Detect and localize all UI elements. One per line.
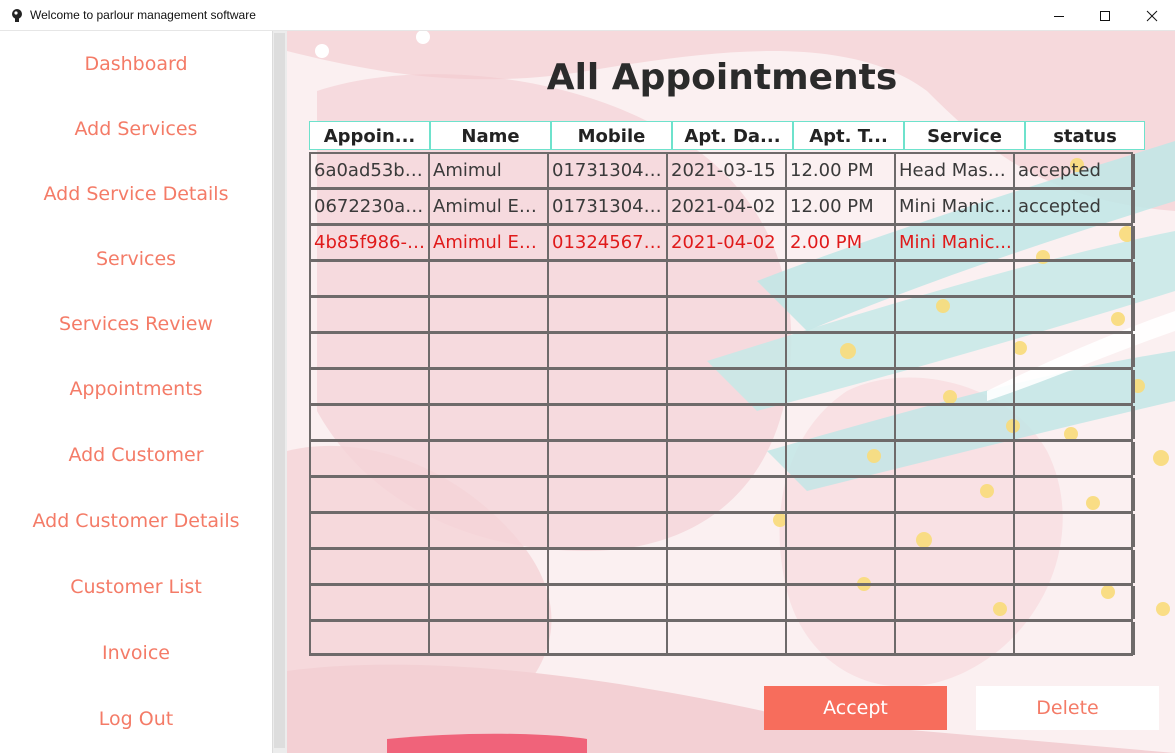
maximize-icon[interactable] <box>1082 0 1128 31</box>
cell-status <box>1013 226 1131 259</box>
cell-apt-time: 2.00 PM <box>785 226 894 259</box>
table-row-empty <box>309 622 1135 656</box>
cell-service: Mini Manic... <box>894 190 1013 223</box>
main-panel: All Appointments Appoin... Name Mobile A… <box>287 31 1175 753</box>
cell-apt-date: 2021-04-02 <box>666 190 785 223</box>
minimize-icon[interactable] <box>1036 0 1082 31</box>
column-header-name[interactable]: Name <box>430 121 551 150</box>
table-row-empty <box>309 262 1135 298</box>
cell-mobile: 017313040... <box>547 154 666 187</box>
column-header-apt-date[interactable]: Apt. Da... <box>672 121 793 150</box>
cell-name: Amimul <box>428 154 547 187</box>
sidebar-item-services-review[interactable]: Services Review <box>0 306 272 342</box>
sidebar-item-customer-list[interactable]: Customer List <box>0 569 272 605</box>
sidebar-scrollbar-thumb[interactable] <box>274 33 285 748</box>
sidebar-item-add-customer[interactable]: Add Customer <box>0 437 272 473</box>
table-row[interactable]: 0672230a-... Amimul Eh... 017313040... 2… <box>309 190 1135 226</box>
table-row-empty <box>309 298 1135 334</box>
cell-mobile: 017313040... <box>547 190 666 223</box>
cell-appointment-id: 0672230a-... <box>309 190 428 223</box>
column-header-mobile[interactable]: Mobile <box>551 121 672 150</box>
cell-apt-date: 2021-03-15 <box>666 154 785 187</box>
column-header-status[interactable]: status <box>1025 121 1145 150</box>
cell-service: Mini Manic... <box>894 226 1013 259</box>
cell-mobile: 013245678... <box>547 226 666 259</box>
table-row-empty <box>309 550 1135 586</box>
cell-status: accepted <box>1013 154 1131 187</box>
cell-name: Amimul Eh... <box>428 226 547 259</box>
row-end <box>1131 154 1135 187</box>
sidebar-item-add-service-details[interactable]: Add Service Details <box>0 176 272 212</box>
sidebar-item-log-out[interactable]: Log Out <box>0 701 272 737</box>
cell-status: accepted <box>1013 190 1131 223</box>
table-header: Appoin... Name Mobile Apt. Da... Apt. T.… <box>309 121 1145 152</box>
delete-button[interactable]: Delete <box>976 686 1159 730</box>
table-row-empty <box>309 478 1135 514</box>
column-header-service[interactable]: Service <box>904 121 1025 150</box>
sidebar: Dashboard Add Services Add Service Detai… <box>0 31 272 753</box>
table-row-empty <box>309 514 1135 550</box>
table-body: 6a0ad53b-... Amimul 017313040... 2021-03… <box>309 152 1135 656</box>
sidebar-item-appointments[interactable]: Appointments <box>0 371 272 407</box>
page-title: All Appointments <box>546 57 898 98</box>
table-row-empty <box>309 442 1135 478</box>
table-row-empty <box>309 406 1135 442</box>
table-row-selected[interactable]: 4b85f986-f... Amimul Eh... 013245678... … <box>309 226 1135 262</box>
sidebar-item-invoice[interactable]: Invoice <box>0 635 272 671</box>
table-row-empty <box>309 334 1135 370</box>
row-end <box>1131 190 1135 223</box>
sidebar-item-dashboard[interactable]: Dashboard <box>0 46 272 82</box>
column-header-appointment-id[interactable]: Appoin... <box>309 121 430 150</box>
cell-apt-date: 2021-04-02 <box>666 226 785 259</box>
sidebar-item-services[interactable]: Services <box>0 241 272 277</box>
table-row[interactable]: 6a0ad53b-... Amimul 017313040... 2021-03… <box>309 154 1135 190</box>
cell-apt-time: 12.00 PM <box>785 154 894 187</box>
accept-button[interactable]: Accept <box>764 686 947 730</box>
sidebar-item-add-services[interactable]: Add Services <box>0 111 272 147</box>
row-end <box>1131 226 1135 259</box>
close-icon[interactable] <box>1129 0 1175 31</box>
cell-appointment-id: 4b85f986-f... <box>309 226 428 259</box>
title-bar: Welcome to parlour management software <box>0 0 1175 31</box>
appointments-table: Appoin... Name Mobile Apt. Da... Apt. T.… <box>309 121 1145 656</box>
cell-appointment-id: 6a0ad53b-... <box>309 154 428 187</box>
window-title: Welcome to parlour management software <box>30 8 256 22</box>
table-row-empty <box>309 370 1135 406</box>
sidebar-item-add-customer-details[interactable]: Add Customer Details <box>0 503 272 539</box>
cell-name: Amimul Eh... <box>428 190 547 223</box>
cell-apt-time: 12.00 PM <box>785 190 894 223</box>
table-row-empty <box>309 586 1135 622</box>
cell-service: Head Mass... <box>894 154 1013 187</box>
column-header-apt-time[interactable]: Apt. T... <box>793 121 904 150</box>
app-icon <box>12 9 22 22</box>
